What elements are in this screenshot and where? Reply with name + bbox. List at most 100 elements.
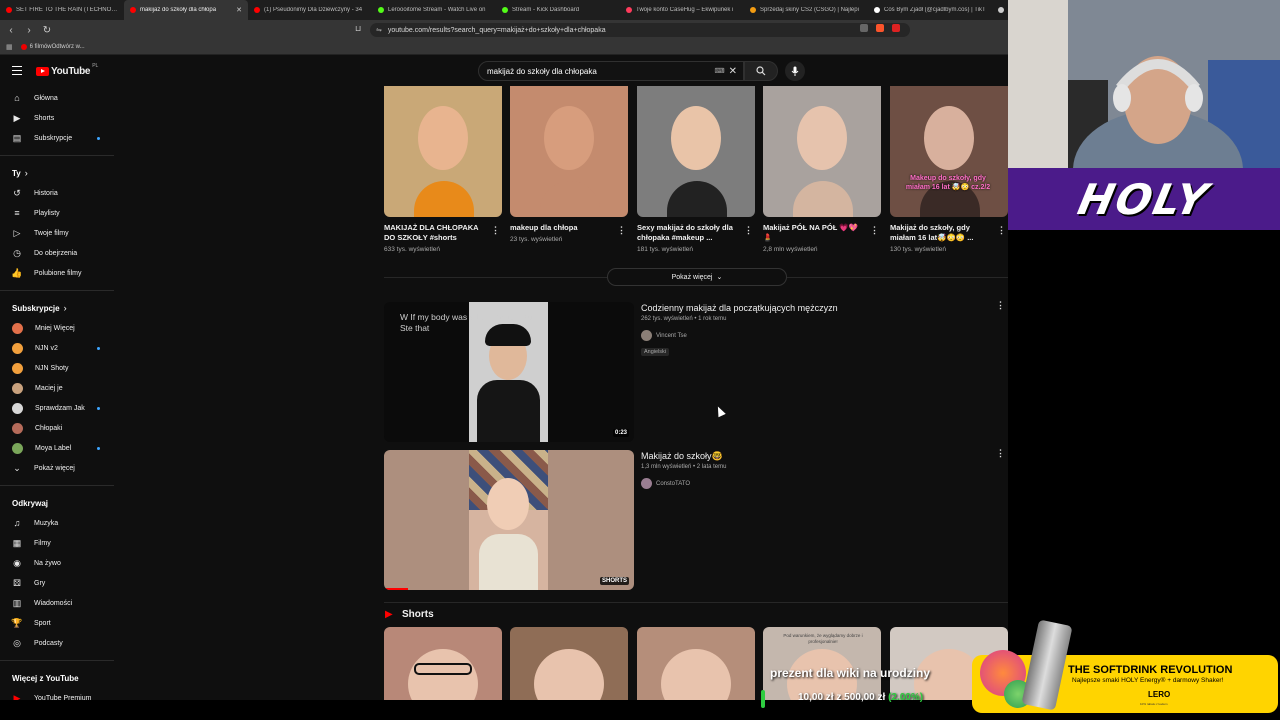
sidebar-subscription[interactable]: Maciej je [0,378,118,398]
sidebar-item-label: Maciej je [35,384,63,392]
sidebar-item[interactable]: ▷ Twoje filmy [0,223,118,243]
short-title[interactable]: Sexy makijaż do szkoły dla chłopaka #mak… [637,223,741,243]
sidebar-item[interactable]: ▶ Shorts [0,108,118,128]
short-views: 181 tys. wyświetleń [637,246,693,253]
youtube-logo[interactable]: YouTube PL [36,63,99,77]
sidebar-subscriptions-header[interactable]: Subskrypcje › [0,298,118,318]
brave-shield-icon[interactable] [876,24,884,32]
short-title[interactable]: MAKIJAŻ DLA CHŁOPAKA DO SZKOŁY #shorts [384,223,488,243]
browser-tab[interactable]: Coś Bym Zjadł (@cjadlbym.cos) | TikT [868,0,992,20]
sidebar-item-label: NJN v2 [35,344,58,352]
chevron-right-icon: › [24,168,28,178]
sidebar-item[interactable]: 🏆 Sport [0,613,118,633]
short-thumbnail[interactable] [637,627,755,700]
sidebar-divider [0,290,114,291]
bookmark-icon[interactable]: ⊔ [355,24,361,33]
short-title[interactable]: Makijaż do szkoły, gdy miałam 16 lat🤯😳😳 … [890,223,994,243]
more-actions-icon[interactable]: ⋮ [617,225,626,236]
browser-tab[interactable]: 20 [992,0,1008,20]
bookmark-item[interactable]: 6 filmówOdtwórz w... [20,44,85,50]
short-title[interactable]: makeup dla chłopa [510,223,614,233]
screen-cast-icon[interactable] [860,24,868,32]
url-field[interactable]: ⇋ youtube.com/results?search_query=makij… [370,23,910,37]
sidebar-subscription[interactable]: Sprawdzam Jak [0,398,118,418]
sidebar-item[interactable]: ◷ Do obejrzenia [0,243,118,263]
voice-search-button[interactable] [785,61,805,81]
more-actions-icon[interactable]: ⋮ [491,225,500,236]
browser-tab[interactable]: SET FIRE TO THE RAIN (TECHNO) - Y [0,0,124,20]
sidebar-subscription[interactable]: Mniej Więcej [0,318,118,338]
tab-close-icon[interactable]: ✕ [236,6,242,14]
site-info-icon[interactable]: ⇋ [376,26,382,34]
sidebar-item[interactable]: ≡ Playlisty [0,203,118,223]
sidebar-subscription[interactable]: Chłopaki [0,418,118,438]
keyboard-icon[interactable]: ⌨ [715,67,725,75]
sidebar-subscription[interactable]: NJN Shoty [0,358,118,378]
search-button[interactable] [744,61,778,81]
more-actions-icon[interactable]: ⋮ [996,448,1005,459]
forward-icon[interactable]: › [24,25,34,36]
short-thumbnail[interactable] [510,627,628,700]
channel-link[interactable]: ConstoTATO [641,478,690,489]
more-actions-icon[interactable]: ⋮ [870,225,879,236]
sidebar-item-label: Historia [34,189,58,197]
divider [384,277,607,278]
search-input[interactable]: makijaż do szkoły dla chłopaka ⌨ ✕ [478,61,744,81]
donation-percent: (2.00%) [888,692,924,703]
sidebar-item[interactable]: 👍 Polubione filmy [0,263,118,283]
tab-title: Stream - Kick Dashboard [512,7,580,13]
sidebar-divider [0,660,114,661]
show-more-button[interactable]: Pokaż więcej ⌄ [607,268,787,286]
sidebar-item[interactable]: ⌂ Główna [0,88,118,108]
country-code: PL [92,63,99,69]
short-thumbnail[interactable] [384,627,502,700]
tab-title: Twoje konto CaseHug – Ekwipunek i [636,7,734,13]
sidebar-subscription[interactable]: Moya Label [0,438,118,458]
clear-search-icon[interactable]: ✕ [729,66,737,77]
browser-tab[interactable]: Twoje konto CaseHug – Ekwipunek i [620,0,744,20]
channel-link[interactable]: Vincent Tse [641,330,687,341]
hamburger-menu-icon[interactable] [12,66,22,78]
browser-tab[interactable]: Sprzedaj skiny CS2 (CSGO) | Najlepi [744,0,868,20]
sidebar-item[interactable]: ▥ Wiadomości [0,593,118,613]
apps-grid-icon[interactable]: ▦ [6,43,13,51]
reload-icon[interactable]: ↻ [42,25,52,36]
more-actions-icon[interactable]: ⋮ [996,300,1005,311]
video-title[interactable]: Codzienny makijaż dla początkujących męż… [641,303,838,313]
video-thumbnail[interactable]: W If my body was a boat could you Ste th… [384,302,634,442]
history-icon: ↺ [13,187,21,198]
back-icon[interactable]: ‹ [6,25,16,36]
short-thumbnail[interactable] [763,86,881,217]
short-title[interactable]: Makijaż PÓŁ NA PÓŁ 💗💖💄 [763,223,867,243]
sidebar-item[interactable]: ▦ Filmy [0,533,118,553]
video-title[interactable]: Makijaż do szkoły🤓 [641,451,723,462]
sidebar-item[interactable]: ▤ Subskrypcje [0,128,118,148]
browser-tab[interactable]: Leroooitome Stream - Watch Live on [372,0,496,20]
sidebar-subscription[interactable]: ⌄ Pokaż więcej [0,458,118,478]
browser-tab[interactable]: (1) Pseudonimy Dla Dziewczyny - 34 [248,0,372,20]
video-thumbnail[interactable]: SHORTS [384,450,634,590]
short-thumbnail[interactable] [510,86,628,217]
channel-avatar [12,422,23,434]
short-thumbnail[interactable] [637,86,755,217]
browser-tab[interactable]: Stream - Kick Dashboard [496,0,620,20]
sidebar-item[interactable]: ◉ Na żywo [0,553,118,573]
donation-goal-title: prezent dla wiki na urodziny [770,666,931,680]
sidebar-subscription[interactable]: NJN v2 [0,338,118,358]
short-thumbnail[interactable] [384,86,502,217]
address-bar-row: ‹ › ↻ ⊔ ⇋ youtube.com/results?search_que… [0,20,1008,40]
news-icon: ▥ [12,597,22,608]
more-actions-icon[interactable]: ⋮ [997,225,1006,236]
short-thumbnail[interactable]: Pod warunkiem, że wyglądamy dobrze i pro… [763,627,881,700]
sidebar-you-header[interactable]: Ty › [0,163,118,183]
sidebar-item[interactable]: ↺ Historia [0,183,118,203]
sidebar-section-title: Odkrywaj [12,498,49,508]
brave-rewards-icon[interactable] [892,24,900,32]
sidebar-item[interactable]: ♫ Muzyka [0,513,118,533]
short-thumbnail[interactable]: Makeup do szkoły, gdy miałam 16 lat 🤯😳 c… [890,86,1008,217]
sidebar-item[interactable]: ◎ Podcasty [0,633,118,653]
browser-tab[interactable]: makijaż do szkoły dla chłopa ✕ [124,0,248,20]
sidebar-item[interactable]: ⚄ Gry [0,573,118,593]
more-actions-icon[interactable]: ⋮ [744,225,753,236]
tab-title: SET FIRE TO THE RAIN (TECHNO) - Y [16,7,118,13]
